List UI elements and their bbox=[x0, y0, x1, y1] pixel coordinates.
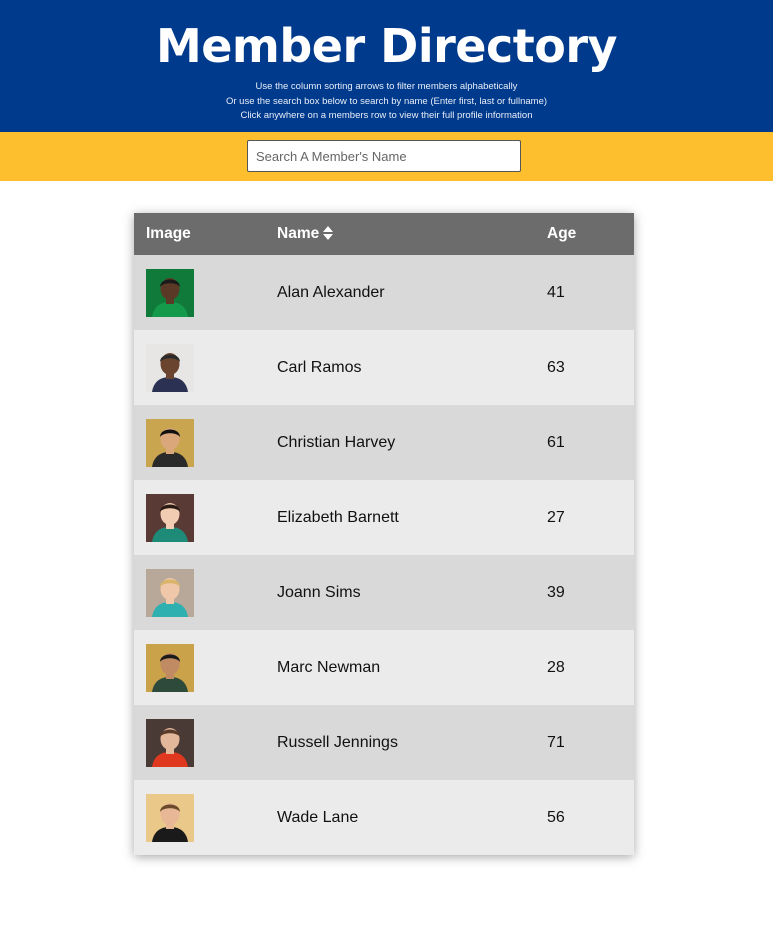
cell-name: Carl Ramos bbox=[277, 358, 362, 376]
cell-name: Christian Harvey bbox=[277, 433, 396, 451]
cell-image bbox=[134, 780, 277, 855]
cell-name: Elizabeth Barnett bbox=[277, 508, 399, 526]
cell-image bbox=[134, 405, 277, 480]
cell-name: Marc Newman bbox=[277, 658, 381, 676]
column-header-name-label: Name bbox=[277, 225, 320, 242]
cell-name: Russell Jennings bbox=[277, 733, 398, 751]
table-row[interactable]: Joann Sims 39 bbox=[134, 555, 634, 630]
table-row[interactable]: Marc Newman 28 bbox=[134, 630, 634, 705]
column-header-age: Age bbox=[547, 213, 634, 255]
table-row[interactable]: Alan Alexander 41 bbox=[134, 255, 634, 330]
cell-age: 39 bbox=[547, 583, 565, 601]
avatar bbox=[146, 268, 194, 317]
page-header: Member Directory Use the column sorting … bbox=[0, 0, 773, 132]
cell-image bbox=[134, 555, 277, 630]
column-header-name[interactable]: Name bbox=[277, 213, 547, 255]
column-header-image-label: Image bbox=[146, 225, 191, 242]
table-row[interactable]: Wade Lane 56 bbox=[134, 780, 634, 855]
cell-image bbox=[134, 480, 277, 555]
avatar bbox=[146, 718, 194, 767]
member-table-container: Image Name Age Alan Alexander 41 Carl Ramo… bbox=[134, 213, 634, 855]
cell-name: Alan Alexander bbox=[277, 283, 385, 301]
table-row[interactable]: Christian Harvey 61 bbox=[134, 405, 634, 480]
column-header-age-label: Age bbox=[547, 225, 577, 242]
cell-age: 63 bbox=[547, 358, 565, 376]
table-row[interactable]: Carl Ramos 63 bbox=[134, 330, 634, 405]
cell-image bbox=[134, 705, 277, 780]
table-row[interactable]: Russell Jennings 71 bbox=[134, 705, 634, 780]
cell-age: 61 bbox=[547, 433, 565, 451]
cell-age: 56 bbox=[547, 808, 565, 826]
cell-image bbox=[134, 630, 277, 705]
avatar bbox=[146, 493, 194, 542]
page-title: Member Directory bbox=[155, 19, 618, 73]
instruction-search: Or use the search box below to search by… bbox=[225, 95, 548, 107]
search-input[interactable] bbox=[247, 140, 521, 172]
column-header-image: Image bbox=[134, 213, 277, 255]
search-bar bbox=[0, 132, 773, 181]
cell-name: Wade Lane bbox=[277, 808, 359, 826]
instructions: Use the column sorting arrows to filter … bbox=[0, 80, 773, 124]
cell-age: 27 bbox=[547, 508, 565, 526]
avatar bbox=[146, 643, 194, 692]
cell-age: 71 bbox=[547, 733, 565, 751]
cell-age: 41 bbox=[547, 283, 565, 301]
member-table: Image Name Age Alan Alexander 41 Carl Ramo… bbox=[134, 213, 634, 855]
avatar bbox=[146, 418, 194, 467]
cell-name: Joann Sims bbox=[277, 583, 361, 601]
cell-image bbox=[134, 330, 277, 405]
table-header-row: Image Name Age bbox=[134, 213, 634, 255]
table-row[interactable]: Elizabeth Barnett 27 bbox=[134, 480, 634, 555]
instruction-sorting: Use the column sorting arrows to filter … bbox=[255, 81, 518, 92]
cell-image bbox=[134, 255, 277, 330]
avatar bbox=[146, 343, 194, 392]
member-rows: Alan Alexander 41 Carl Ramos 63 Christian Ha… bbox=[134, 255, 634, 855]
avatar bbox=[146, 568, 194, 617]
instruction-row-click: Click anywhere on a members row to view … bbox=[240, 110, 533, 121]
cell-age: 28 bbox=[547, 658, 565, 676]
avatar bbox=[146, 793, 194, 842]
sort-updown-icon[interactable] bbox=[323, 225, 334, 240]
